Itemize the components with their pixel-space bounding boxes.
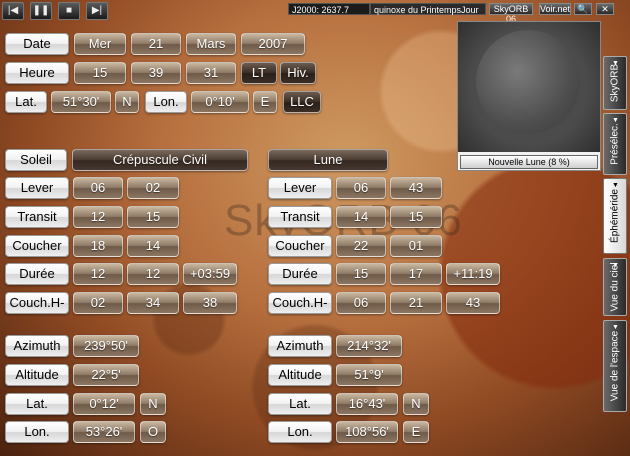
moon-azimuth-label[interactable]: Azimuth xyxy=(268,335,332,357)
tab-preselec[interactable]: ▼ Présélec. xyxy=(603,113,627,175)
sun-lat-label[interactable]: Lat. xyxy=(5,393,69,415)
moon-transit-label[interactable]: Transit xyxy=(268,206,332,228)
moon-rise-m[interactable]: 43 xyxy=(390,177,442,199)
lat-dir[interactable]: N xyxy=(115,91,139,113)
tab-vue-du-ciel[interactable]: ▼ Vue du ciel xyxy=(603,258,627,316)
moon-phase-caption: Nouvelle Lune (8 %) xyxy=(460,155,598,169)
sun-azimuth-label[interactable]: Azimuth xyxy=(5,335,69,357)
search-icon[interactable]: 🔍 xyxy=(574,3,592,15)
skip-forward-icon[interactable]: ▶| xyxy=(86,2,108,20)
moon-set-label[interactable]: Coucher xyxy=(268,235,332,257)
llc-button[interactable]: LLC xyxy=(283,91,321,113)
moon-lat-field[interactable]: 16°43' xyxy=(336,393,398,415)
moon-altitude-label[interactable]: Altitude xyxy=(268,364,332,386)
minute-field[interactable]: 39 xyxy=(131,62,181,84)
sun-sidereal-m[interactable]: 34 xyxy=(127,292,179,314)
skyorb-window: SkyORB 06 |◀ ❚❚ ■ ▶| J2000: 2637.7 quino… xyxy=(0,0,630,456)
moon-duration-label[interactable]: Durée xyxy=(268,263,332,285)
sun-set-h[interactable]: 18 xyxy=(73,235,123,257)
lt-toggle[interactable]: LT xyxy=(241,62,277,84)
moon-set-h[interactable]: 22 xyxy=(336,235,386,257)
sun-lat-dir[interactable]: N xyxy=(140,393,166,415)
pause-icon[interactable]: ❚❚ xyxy=(30,2,52,20)
tab-skyorb[interactable]: ▼ SkyORB xyxy=(603,56,627,110)
moon-header[interactable]: Lune xyxy=(268,149,388,171)
sun-altitude-label[interactable]: Altitude xyxy=(5,364,69,386)
moon-set-m[interactable]: 01 xyxy=(390,235,442,257)
moon-lon-label[interactable]: Lon. xyxy=(268,421,332,443)
sun-sidereal-h[interactable]: 02 xyxy=(73,292,123,314)
moon-duration-m[interactable]: 17 xyxy=(390,263,442,285)
skip-back-icon[interactable]: |◀ xyxy=(2,2,24,20)
sun-sidereal-label[interactable]: Couch.H- xyxy=(5,292,69,314)
moon-phase-panel: Nouvelle Lune (8 %) xyxy=(457,21,601,171)
chevron-down-icon: ▼ xyxy=(612,182,619,189)
date-label[interactable]: Date xyxy=(5,33,69,55)
event-readout: quinoxe du PrintempsJour xyxy=(370,3,486,15)
month-field[interactable]: Mars xyxy=(186,33,236,55)
sun-transit-h[interactable]: 12 xyxy=(73,206,123,228)
sun-sidereal-s[interactable]: 38 xyxy=(183,292,237,314)
tab-ephemeride[interactable]: ▼ Éphéméride xyxy=(603,178,627,254)
sun-transit-m[interactable]: 15 xyxy=(127,206,179,228)
moon-disc-icon xyxy=(476,30,580,134)
time-label[interactable]: Heure xyxy=(5,62,69,84)
close-icon[interactable]: ✕ xyxy=(596,3,614,15)
tab-vue-espace[interactable]: ▼ Vue de l'espace xyxy=(603,320,627,412)
sun-set-label[interactable]: Coucher xyxy=(5,235,69,257)
moon-lat-label[interactable]: Lat. xyxy=(268,393,332,415)
moon-rise-label[interactable]: Lever xyxy=(268,177,332,199)
sun-twilight-mode[interactable]: Crépuscule Civil xyxy=(72,149,248,171)
sun-set-m[interactable]: 14 xyxy=(127,235,179,257)
j2000-readout: J2000: 2637.7 xyxy=(288,3,370,15)
sun-azimuth-field[interactable]: 239°50' xyxy=(73,335,139,357)
year-field[interactable]: 2007 xyxy=(241,33,305,55)
lat-label[interactable]: Lat. xyxy=(5,91,47,113)
sun-altitude-field[interactable]: 22°5' xyxy=(73,364,139,386)
sun-rise-m[interactable]: 02 xyxy=(127,177,179,199)
moon-sidereal-label[interactable]: Couch.H- xyxy=(268,292,332,314)
moon-duration-diff[interactable]: +11:19 xyxy=(446,263,500,285)
moon-lon-dir[interactable]: E xyxy=(403,421,429,443)
sun-duration-h[interactable]: 12 xyxy=(73,263,123,285)
second-field[interactable]: 31 xyxy=(186,62,236,84)
hour-field[interactable]: 15 xyxy=(74,62,126,84)
sun-lon-label[interactable]: Lon. xyxy=(5,421,69,443)
lon-field[interactable]: 0°10' xyxy=(191,91,249,113)
sun-duration-m[interactable]: 12 xyxy=(127,263,179,285)
moon-altitude-field[interactable]: 51°9' xyxy=(336,364,402,386)
sun-lon-field[interactable]: 53°26' xyxy=(73,421,135,443)
season-toggle[interactable]: Hiv. xyxy=(280,62,316,84)
sun-duration-label[interactable]: Durée xyxy=(5,263,69,285)
moon-duration-h[interactable]: 15 xyxy=(336,263,386,285)
lon-label[interactable]: Lon. xyxy=(145,91,187,113)
lon-dir[interactable]: E xyxy=(253,91,277,113)
website-link[interactable]: Voir.net xyxy=(539,3,571,15)
moon-transit-h[interactable]: 14 xyxy=(336,206,386,228)
stop-icon[interactable]: ■ xyxy=(58,2,80,20)
moon-sidereal-s[interactable]: 43 xyxy=(446,292,500,314)
lat-field[interactable]: 51°30' xyxy=(51,91,111,113)
moon-rise-h[interactable]: 06 xyxy=(336,177,386,199)
moon-image xyxy=(458,22,600,152)
day-field[interactable]: 21 xyxy=(131,33,181,55)
weekday-field[interactable]: Mer xyxy=(74,33,126,55)
moon-lon-field[interactable]: 108°56' xyxy=(336,421,398,443)
top-bar: |◀ ❚❚ ■ ▶| J2000: 2637.7 quinoxe du Prin… xyxy=(0,0,630,24)
sun-header[interactable]: Soleil xyxy=(5,149,67,171)
moon-lat-dir[interactable]: N xyxy=(403,393,429,415)
moon-azimuth-field[interactable]: 214°32' xyxy=(336,335,402,357)
moon-transit-m[interactable]: 15 xyxy=(390,206,442,228)
sun-rise-h[interactable]: 06 xyxy=(73,177,123,199)
sun-transit-label[interactable]: Transit xyxy=(5,206,69,228)
sun-lon-dir[interactable]: O xyxy=(140,421,166,443)
sun-lat-field[interactable]: 0°12' xyxy=(73,393,135,415)
sun-duration-diff[interactable]: +03:59 xyxy=(183,263,237,285)
moon-sidereal-m[interactable]: 21 xyxy=(390,292,442,314)
sun-rise-label[interactable]: Lever xyxy=(5,177,69,199)
moon-sidereal-h[interactable]: 06 xyxy=(336,292,386,314)
skyorb-version[interactable]: SkyORB 06 xyxy=(489,3,533,24)
